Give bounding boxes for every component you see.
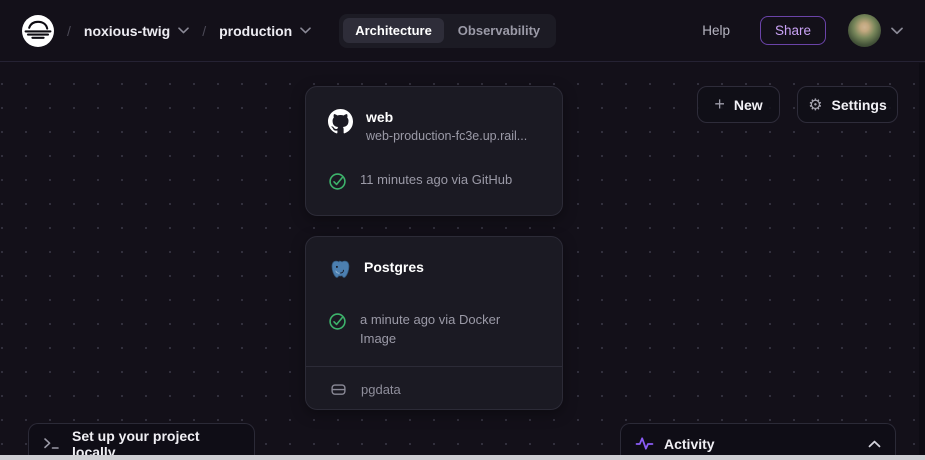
service-domain-link[interactable]: web-production-fc3e.up.rail... bbox=[366, 128, 527, 145]
check-circle-icon bbox=[328, 312, 347, 336]
new-button[interactable]: + New bbox=[697, 86, 780, 123]
breadcrumb-environment-name: production bbox=[219, 23, 292, 39]
deploy-status-text: 11 minutes ago via GitHub bbox=[360, 171, 512, 190]
github-icon bbox=[328, 109, 353, 139]
share-button[interactable]: Share bbox=[760, 16, 826, 45]
service-name: web bbox=[366, 108, 527, 126]
settings-button[interactable]: ⚙ Settings bbox=[797, 86, 898, 123]
chevron-up-icon[interactable] bbox=[868, 440, 881, 448]
breadcrumb-separator: / bbox=[202, 23, 206, 39]
railway-project-canvas-page: / noxious-twig / production Architecture… bbox=[0, 0, 925, 460]
chevron-down-icon bbox=[300, 27, 311, 34]
new-button-label: New bbox=[734, 97, 763, 113]
top-navbar: / noxious-twig / production Architecture… bbox=[0, 0, 925, 62]
breadcrumb-separator: / bbox=[67, 23, 71, 39]
chevron-down-icon bbox=[891, 27, 903, 35]
breadcrumb-environment-dropdown[interactable]: production bbox=[219, 23, 311, 39]
service-card-postgres[interactable]: Postgres a minute ago via Docker Image bbox=[305, 236, 563, 410]
breadcrumb-project-dropdown[interactable]: noxious-twig bbox=[84, 23, 189, 39]
navbar-right-actions: Help Share bbox=[702, 14, 903, 47]
account-menu-trigger[interactable] bbox=[891, 27, 903, 35]
breadcrumb-project-name: noxious-twig bbox=[84, 23, 170, 39]
view-tab-group: Architecture Observability bbox=[339, 14, 556, 48]
service-card-web[interactable]: web web-production-fc3e.up.rail... 11 mi… bbox=[305, 86, 563, 216]
user-avatar[interactable] bbox=[848, 14, 881, 47]
canvas-right-edge bbox=[919, 63, 925, 455]
tab-architecture[interactable]: Architecture bbox=[343, 18, 444, 43]
service-name: Postgres bbox=[364, 258, 424, 276]
volume-row-pgdata[interactable]: pgdata bbox=[306, 366, 562, 411]
plus-icon: + bbox=[714, 95, 725, 113]
volume-icon bbox=[330, 381, 347, 398]
gear-icon: ⚙ bbox=[808, 97, 822, 113]
tab-observability[interactable]: Observability bbox=[446, 18, 552, 43]
settings-button-label: Settings bbox=[832, 97, 887, 113]
service-head-text: Postgres bbox=[364, 258, 424, 276]
horizontal-scrollbar[interactable] bbox=[0, 455, 925, 460]
activity-pulse-icon bbox=[635, 436, 654, 451]
railway-logo-icon[interactable] bbox=[22, 15, 54, 47]
chevron-down-icon bbox=[178, 27, 189, 34]
volume-name: pgdata bbox=[361, 382, 401, 397]
activity-panel-label: Activity bbox=[664, 436, 715, 452]
deploy-status-text: a minute ago via Docker Image bbox=[360, 311, 522, 348]
help-link[interactable]: Help bbox=[702, 23, 730, 38]
service-head-text: web web-production-fc3e.up.rail... bbox=[366, 108, 527, 145]
terminal-icon bbox=[43, 436, 60, 451]
postgres-icon bbox=[328, 259, 351, 287]
check-circle-icon bbox=[328, 172, 347, 196]
